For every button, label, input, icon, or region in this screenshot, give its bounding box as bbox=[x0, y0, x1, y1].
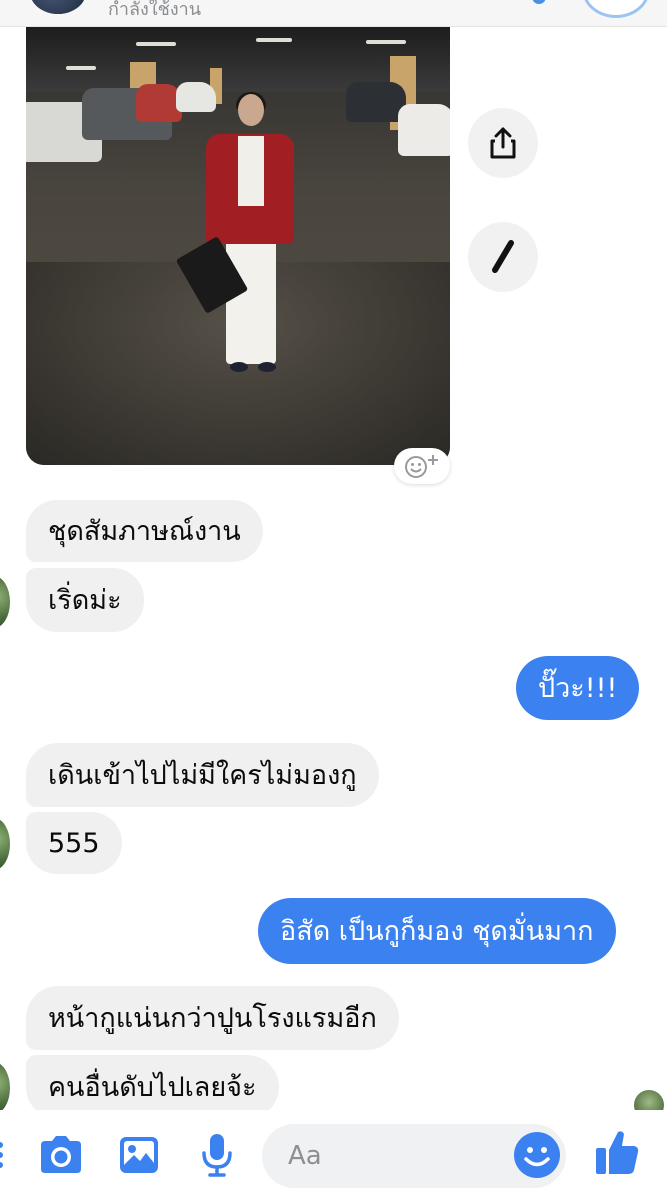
message-text: ชุดสัมภาษณ์งาน bbox=[48, 515, 241, 547]
message-text: เริ่ดม่ะ bbox=[48, 584, 122, 616]
video-call-icon[interactable] bbox=[582, 0, 650, 18]
sender-avatar[interactable] bbox=[0, 1062, 10, 1114]
emoji-icon bbox=[524, 1147, 550, 1167]
voice-button[interactable] bbox=[192, 1130, 242, 1180]
photo-subject bbox=[175, 92, 306, 384]
message-text: เดินเข้าไปไม่มีใครไม่มองกู bbox=[48, 759, 357, 791]
call-icon[interactable] bbox=[532, 0, 546, 4]
gallery-icon bbox=[120, 1137, 158, 1173]
pencil-icon bbox=[492, 240, 514, 273]
add-reaction-icon bbox=[405, 455, 438, 478]
message-bubble-outgoing[interactable]: ปั๊วะ!!! bbox=[516, 656, 640, 720]
message-bubble-incoming[interactable]: เริ่ดม่ะ bbox=[26, 568, 144, 632]
emoji-button[interactable] bbox=[514, 1132, 560, 1178]
message-bubble-incoming[interactable]: ชุดสัมภาษณ์งาน bbox=[26, 500, 263, 562]
sender-avatar[interactable] bbox=[0, 576, 10, 628]
message-bubble-outgoing[interactable]: อิสัด เป็นกูก็มอง ชุดมั่นมาก bbox=[258, 898, 616, 964]
share-button[interactable] bbox=[468, 108, 538, 178]
photo-message[interactable] bbox=[26, 22, 450, 465]
camera-button[interactable] bbox=[36, 1130, 86, 1180]
camera-icon bbox=[41, 1136, 81, 1173]
message-bubble-incoming[interactable]: เดินเข้าไปไม่มีใครไม่มองกู bbox=[26, 743, 379, 807]
message-text: 555 bbox=[48, 827, 100, 859]
like-button[interactable] bbox=[592, 1126, 642, 1178]
message-text: ปั๊วะ!!! bbox=[538, 672, 618, 704]
edit-button[interactable] bbox=[468, 222, 538, 292]
message-text: หน้ากูแน่นกว่าปูนโรงแรมอีก bbox=[48, 1002, 377, 1034]
sender-avatar[interactable] bbox=[0, 818, 10, 870]
message-text: อิสัด เป็นกูก็มอง ชุดมั่นมาก bbox=[280, 915, 594, 947]
message-text: คนอื่นดับไปเลยจ้ะ bbox=[48, 1071, 257, 1103]
microphone-icon bbox=[202, 1134, 232, 1177]
message-bubble-incoming[interactable]: หน้ากูแน่นกว่าปูนโรงแรมอีก bbox=[26, 986, 399, 1050]
thumbs-up-icon bbox=[596, 1131, 639, 1174]
conversation-header: กำลังใช้งาน bbox=[0, 0, 667, 27]
active-status: กำลังใช้งาน bbox=[108, 0, 202, 20]
message-input-placeholder: Aa bbox=[288, 1141, 322, 1171]
message-bubble-incoming[interactable]: 555 bbox=[26, 812, 122, 874]
add-reaction-button[interactable] bbox=[394, 448, 450, 484]
more-options-icon[interactable] bbox=[0, 1140, 4, 1170]
share-icon bbox=[490, 127, 516, 159]
gallery-button[interactable] bbox=[114, 1130, 164, 1180]
contact-avatar[interactable] bbox=[30, 0, 86, 14]
